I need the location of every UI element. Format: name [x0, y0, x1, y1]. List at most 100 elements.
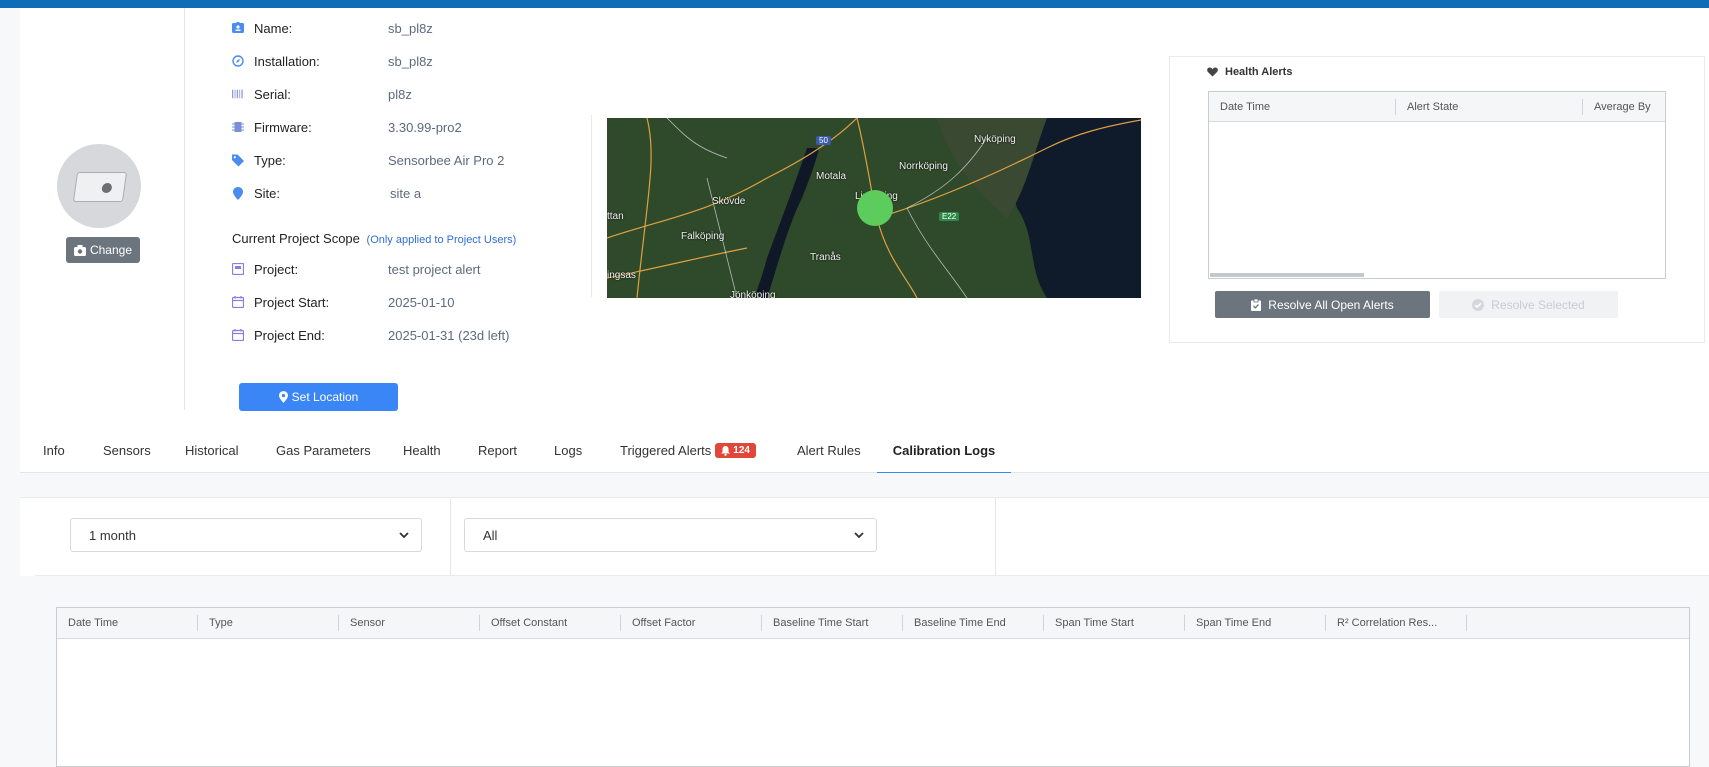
column-header[interactable]: Date Time [1209, 98, 1396, 115]
info-row-project: Project: test project alert [232, 259, 481, 279]
set-location-button[interactable]: Set Location [239, 383, 398, 411]
set-location-label: Set Location [291, 390, 359, 404]
tab-health[interactable]: Health [403, 428, 441, 473]
project-start-value: 2025-01-10 [388, 294, 455, 310]
barcode-icon [232, 88, 244, 100]
top-bar [0, 0, 1709, 8]
health-alerts-card: Health Alerts Date Time Alert State Aver… [1169, 56, 1705, 343]
resolve-all-label: Resolve All Open Alerts [1268, 297, 1394, 312]
name-value: sb_pl8z [388, 20, 433, 36]
resolve-selected-label: Resolve Selected [1491, 297, 1585, 312]
tab-calibration-logs[interactable]: Calibration Logs [877, 428, 1011, 473]
resolve-selected-button[interactable]: Resolve Selected [1439, 291, 1618, 318]
project-end-label: Project End: [254, 327, 325, 343]
device-image [72, 172, 128, 202]
horizontal-scrollbar[interactable] [1210, 273, 1364, 277]
road-shield: E22 [939, 212, 960, 221]
health-alerts-title: Health Alerts [1207, 66, 1292, 78]
column-header[interactable]: Sensor [339, 615, 480, 631]
device-avatar [57, 144, 141, 228]
period-value: 1 month [89, 527, 136, 543]
project-label: Project: [254, 261, 299, 277]
bell-icon [721, 445, 731, 456]
calibration-logs-table: Date Time Type Sensor Offset Constant Of… [56, 607, 1690, 767]
map-label: Nyköping [974, 134, 1016, 145]
column-header[interactable]: Span Time Start [1044, 615, 1185, 631]
map-label: Falköping [681, 231, 725, 242]
tab-historical[interactable]: Historical [185, 428, 238, 473]
health-alerts-table: Date Time Alert State Average By [1208, 91, 1666, 279]
column-header[interactable]: R² Correlation Res... [1326, 615, 1467, 631]
change-label: Change [89, 243, 133, 257]
column-header[interactable]: Alert State [1396, 98, 1583, 115]
info-row-serial: Serial: pl8z [232, 84, 412, 104]
tab-gas-parameters[interactable]: Gas Parameters [276, 428, 371, 473]
site-value: site a [390, 185, 422, 201]
check-circle-icon [1472, 298, 1485, 311]
map-label: Motala [816, 171, 847, 182]
period-select[interactable]: 1 month [70, 518, 422, 552]
info-row-site: Site: site a [232, 183, 421, 203]
column-header[interactable]: Span Time End [1185, 615, 1326, 631]
map-label: Tranås [810, 252, 841, 263]
info-row-firmware: Firmware: 3.30.99-pro2 [232, 117, 462, 137]
alert-count-badge: 124 [715, 443, 756, 458]
tab-sensors[interactable]: Sensors [103, 428, 151, 473]
divider [995, 498, 996, 576]
project-start-label: Project Start: [254, 294, 330, 310]
tab-triggered-alerts[interactable]: Triggered Alerts 124 [620, 428, 756, 473]
chevron-down-icon [854, 532, 864, 539]
site-label: Site: [254, 185, 281, 201]
alert-count: 124 [733, 445, 750, 456]
heart-icon [1207, 67, 1218, 77]
device-location-marker[interactable] [857, 190, 893, 226]
project-icon [232, 263, 244, 275]
divider [450, 498, 451, 576]
column-header[interactable]: Offset Factor [621, 615, 762, 631]
project-scope-title: Current Project Scope (Only applied to P… [232, 231, 516, 246]
project-value: test project alert [388, 261, 481, 277]
resolve-all-button[interactable]: Resolve All Open Alerts [1215, 291, 1430, 318]
clipboard-check-icon [1251, 298, 1262, 311]
camera-icon [73, 244, 86, 256]
change-photo-button[interactable]: Change [66, 237, 140, 263]
map-label: Jönköping [730, 290, 776, 298]
id-card-icon [232, 22, 244, 34]
column-header[interactable]: Baseline Time End [903, 615, 1044, 631]
tab-logs[interactable]: Logs [554, 428, 582, 473]
column-header[interactable]: Offset Constant [480, 615, 621, 631]
serial-label: Serial: [254, 86, 291, 102]
installation-value: sb_pl8z [388, 53, 433, 69]
info-row-name: Name: sb_pl8z [232, 18, 433, 38]
calibration-table-header: Date Time Type Sensor Offset Constant Of… [57, 608, 1689, 639]
column-header[interactable]: Date Time [57, 615, 198, 631]
column-header[interactable]: Baseline Time Start [762, 615, 903, 631]
serial-value: pl8z [388, 86, 412, 102]
project-end-value: 2025-01-31 (23d left) [388, 327, 510, 343]
scope-note: (Only applied to Project Users) [366, 234, 517, 246]
divider [591, 115, 592, 297]
column-header[interactable]: Type [198, 615, 339, 631]
chevron-down-icon [399, 532, 409, 539]
map-label: Norrköping [899, 161, 948, 172]
column-header[interactable]: Average By [1583, 99, 1665, 115]
info-row-project-end: Project End: 2025-01-31 (23d left) [232, 325, 509, 345]
type-label: Type: [254, 152, 286, 168]
compass-icon [232, 55, 244, 67]
road-shield: 50 [816, 136, 831, 145]
health-alerts-header: Date Time Alert State Average By [1209, 92, 1665, 122]
divider [35, 575, 1709, 576]
location-map[interactable]: Nyköping Norrköping Motala Skövde Linköp… [607, 118, 1141, 298]
info-row-installation: Installation: sb_pl8z [232, 51, 433, 71]
info-row-project-start: Project Start: 2025-01-10 [232, 292, 455, 312]
location-pin-icon [232, 186, 244, 200]
info-row-type: Type: Sensorbee Air Pro 2 [232, 150, 504, 170]
tab-report[interactable]: Report [478, 428, 517, 473]
tab-alert-rules[interactable]: Alert Rules [797, 428, 861, 473]
avatar-column: Change [20, 8, 185, 410]
health-alerts-title-text: Health Alerts [1225, 66, 1293, 78]
tab-info[interactable]: Info [43, 428, 65, 473]
map-label: ingsas [607, 270, 636, 281]
tag-icon [232, 154, 244, 166]
type-select[interactable]: All [464, 518, 877, 552]
